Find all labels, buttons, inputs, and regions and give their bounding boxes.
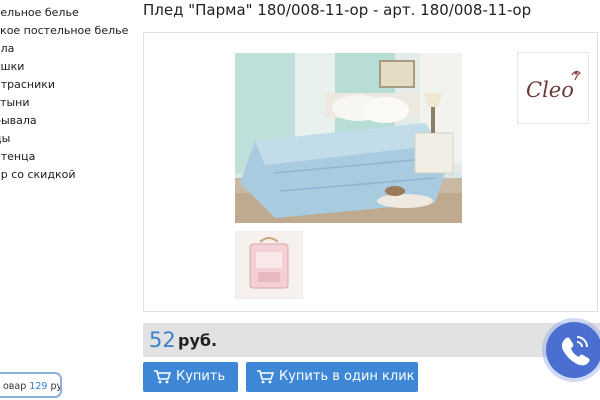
category-menu: тельное белье ское постельное белье яла … — [0, 4, 128, 184]
buy-button-label: Купить — [176, 369, 226, 384]
price-bar: 52 руб. — [143, 323, 600, 357]
phone-icon — [561, 336, 590, 366]
price-value: 52 — [149, 328, 176, 352]
sidebar-item-pillows[interactable]: ушки — [0, 58, 128, 76]
call-widget-button[interactable] — [546, 322, 600, 378]
sidebar-item-towels[interactable]: отенца — [0, 148, 128, 166]
sidebar-item-sheets[interactable]: стыни — [0, 94, 128, 112]
product-main-image[interactable] — [235, 53, 462, 223]
sidebar-item-bedspreads[interactable]: рывала — [0, 112, 128, 130]
buy-one-click-label: Купить в один клик — [279, 369, 415, 384]
cart-items-label: овар — [3, 381, 27, 392]
cart-summary[interactable]: овар 129 руб — [0, 372, 62, 398]
sidebar: тельное белье ское постельное белье яла … — [0, 0, 135, 400]
sidebar-item-blankets[interactable]: яла — [0, 40, 128, 58]
cart-currency: руб — [50, 381, 62, 392]
svg-text:Cleo: Cleo — [526, 78, 574, 102]
buy-button[interactable]: Купить — [143, 362, 238, 392]
cart-icon — [257, 370, 274, 384]
sidebar-item-throws[interactable]: ды — [0, 130, 128, 148]
sidebar-item-bed-linen[interactable]: тельное белье — [0, 4, 128, 22]
price-currency: руб. — [178, 331, 218, 350]
product-gallery: Cleo — [143, 32, 598, 312]
sidebar-item-discount[interactable]: ар со скидкой — [0, 166, 128, 184]
sidebar-item-kids-bed-linen[interactable]: ское постельное белье — [0, 22, 128, 40]
page-title: Плед "Парма" 180/008-11-ор - арт. 180/00… — [143, 1, 532, 19]
buy-one-click-button[interactable]: Купить в один клик — [246, 362, 418, 392]
product-thumbnail[interactable] — [235, 231, 303, 299]
sidebar-item-mattress-covers[interactable]: атрасники — [0, 76, 128, 94]
cart-count: 129 — [29, 381, 48, 392]
brand-logo[interactable]: Cleo — [517, 52, 589, 124]
cart-icon — [154, 370, 171, 384]
